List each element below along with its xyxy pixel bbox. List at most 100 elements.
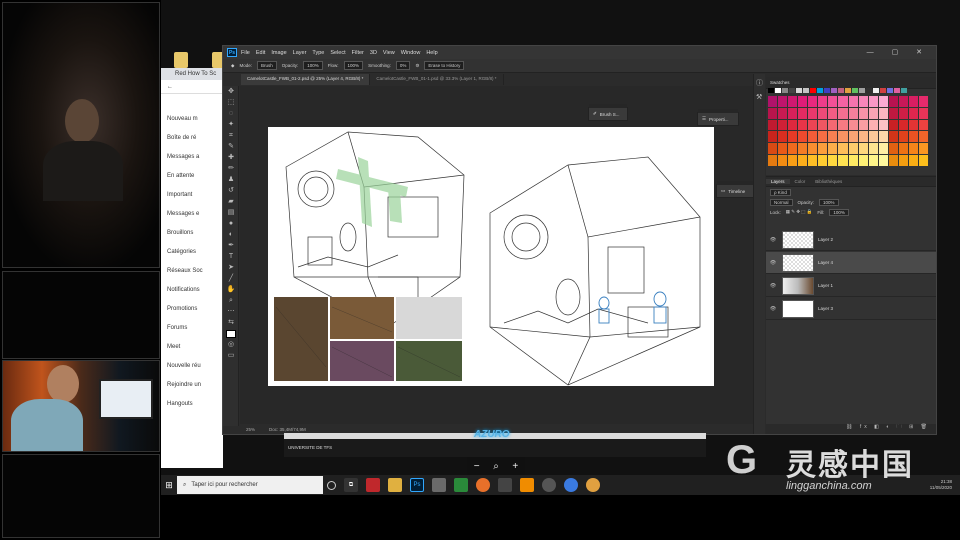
color-swatch[interactable] [818, 155, 828, 166]
color-swatch[interactable] [858, 96, 868, 107]
recent-color-swatch[interactable] [887, 88, 893, 93]
folder-icon[interactable] [174, 52, 188, 68]
color-swatch[interactable] [878, 119, 888, 131]
document-canvas[interactable] [268, 127, 714, 386]
layer-thumbnail[interactable] [782, 299, 814, 318]
color-swatch[interactable] [918, 131, 928, 143]
browser-tab-title[interactable]: Red How To Sc [175, 71, 216, 77]
brush-tool-icon[interactable]: ✏ [226, 165, 236, 173]
color-swatch[interactable] [768, 131, 778, 143]
color-swatch[interactable] [838, 143, 848, 155]
app-icon-green[interactable] [454, 478, 468, 492]
menu-layer[interactable]: Layer [293, 50, 307, 56]
recent-color-swatch[interactable] [775, 88, 781, 93]
color-swatch[interactable] [848, 107, 858, 119]
menu-help[interactable]: Help [426, 50, 437, 56]
color-swatch[interactable] [908, 107, 918, 119]
zoom-in-button[interactable]: + [512, 461, 518, 472]
color-swatch[interactable] [808, 119, 818, 131]
layer-kind-filter[interactable]: ρ Kind [770, 188, 791, 196]
color-swatch[interactable] [788, 155, 798, 166]
gmail-sidebar-item[interactable]: Hangouts [167, 401, 193, 407]
color-swatch[interactable] [868, 107, 878, 119]
gmail-sidebar-item[interactable]: Forums [167, 325, 187, 331]
recent-color-swatch[interactable] [796, 88, 802, 93]
color-swatch[interactable] [858, 119, 868, 131]
color-swatch[interactable] [828, 143, 838, 155]
canvas-area[interactable] [240, 86, 760, 424]
app-icon-dark[interactable] [498, 478, 512, 492]
vlc-icon[interactable] [520, 478, 534, 492]
color-swatch[interactable] [818, 131, 828, 143]
recent-color-swatch[interactable] [866, 88, 872, 93]
color-swatch[interactable] [878, 96, 888, 107]
smoothing-field[interactable]: 0% [395, 61, 411, 70]
menu-3d[interactable]: 3D [370, 50, 377, 56]
color-swatch[interactable] [908, 155, 918, 166]
color-swatch[interactable] [868, 143, 878, 155]
task-view-icon[interactable]: ⧉ [344, 478, 358, 492]
color-swatch[interactable] [888, 107, 898, 119]
layer-row[interactable]: 👁 Layer 2 [766, 229, 936, 251]
properties-panel[interactable]: ☰ Properti... [697, 109, 739, 126]
flow-field[interactable]: 100% [343, 61, 364, 70]
color-swatch[interactable] [818, 143, 828, 155]
color-swatch[interactable] [838, 119, 848, 131]
erase-to-history-checkbox[interactable]: Erase to History [424, 61, 465, 70]
gmail-sidebar-item[interactable]: Promotions [167, 306, 197, 312]
blend-mode-select[interactable]: Normal [770, 198, 793, 206]
recent-color-swatch[interactable] [782, 88, 788, 93]
eye-icon[interactable]: 👁 [768, 260, 778, 266]
layer-thumbnail[interactable] [782, 276, 814, 295]
stamp-tool-icon[interactable]: ♟ [226, 176, 236, 184]
opacity-field[interactable]: 100% [303, 61, 323, 70]
hand-tool-icon[interactable]: ✋ [226, 286, 236, 294]
color-swatch[interactable] [888, 155, 898, 166]
crop-tool-icon[interactable]: ⌗ [226, 132, 236, 140]
foreground-color-swatch[interactable] [226, 330, 236, 338]
color-swatch[interactable] [788, 131, 798, 143]
color-swatch[interactable] [898, 155, 908, 166]
menu-edit[interactable]: Edit [256, 50, 265, 56]
photoshop-taskbar-icon[interactable]: Ps [410, 478, 424, 492]
color-swatch[interactable] [808, 96, 818, 107]
gear-icon[interactable]: ⚙ [415, 63, 419, 69]
color-swatch[interactable] [778, 96, 788, 107]
gmail-sidebar-item[interactable]: Brouillons [167, 230, 193, 236]
layer-row[interactable]: 👁 Layer 1 [766, 275, 936, 297]
color-swatch[interactable] [858, 131, 868, 143]
gmail-sidebar-item[interactable]: Nouvelle réu [167, 363, 201, 369]
pen-tool-icon[interactable]: ✒ [226, 242, 236, 250]
color-swatch[interactable] [918, 155, 928, 166]
eraser-tool-icon[interactable]: ◆ [231, 63, 234, 69]
recent-color-swatch[interactable] [824, 88, 830, 93]
recent-color-swatch[interactable] [901, 88, 907, 93]
menu-filter[interactable]: Filter [352, 50, 364, 56]
start-button[interactable]: ⊞ [161, 475, 177, 495]
color-swatch[interactable] [778, 119, 788, 131]
color-swatch[interactable] [808, 107, 818, 119]
color-swatch[interactable] [828, 107, 838, 119]
gmail-sidebar-item[interactable]: Nouveau m [167, 116, 198, 122]
recent-color-swatch[interactable] [838, 88, 844, 93]
layers-footer-icons[interactable]: ⛓ fx ◧ ◐ 🗀 ⊞ 🗑 [766, 424, 936, 434]
color-swatch[interactable] [898, 107, 908, 119]
healing-brush-icon[interactable]: ✚ [226, 154, 236, 162]
menu-window[interactable]: Window [401, 50, 421, 56]
color-swatch[interactable] [838, 96, 848, 107]
recent-color-swatch[interactable] [831, 88, 837, 93]
color-swatch[interactable] [918, 119, 928, 131]
color-swatch[interactable] [818, 107, 828, 119]
color-swatch[interactable] [918, 143, 928, 155]
recent-color-swatch[interactable] [768, 88, 774, 93]
gmail-sidebar-item[interactable]: Catégories [167, 249, 196, 255]
path-select-icon[interactable]: ➤ [226, 264, 236, 272]
color-swatch[interactable] [878, 107, 888, 119]
color-swatch[interactable] [778, 143, 788, 155]
gmail-sidebar-item[interactable]: Important [167, 192, 192, 198]
layer-name[interactable]: Layer 3 [818, 306, 833, 311]
color-swatch[interactable] [918, 107, 928, 119]
color-swatch[interactable] [778, 107, 788, 119]
back-arrow-icon[interactable]: ← [167, 84, 173, 90]
layer-thumbnail[interactable] [782, 253, 814, 272]
